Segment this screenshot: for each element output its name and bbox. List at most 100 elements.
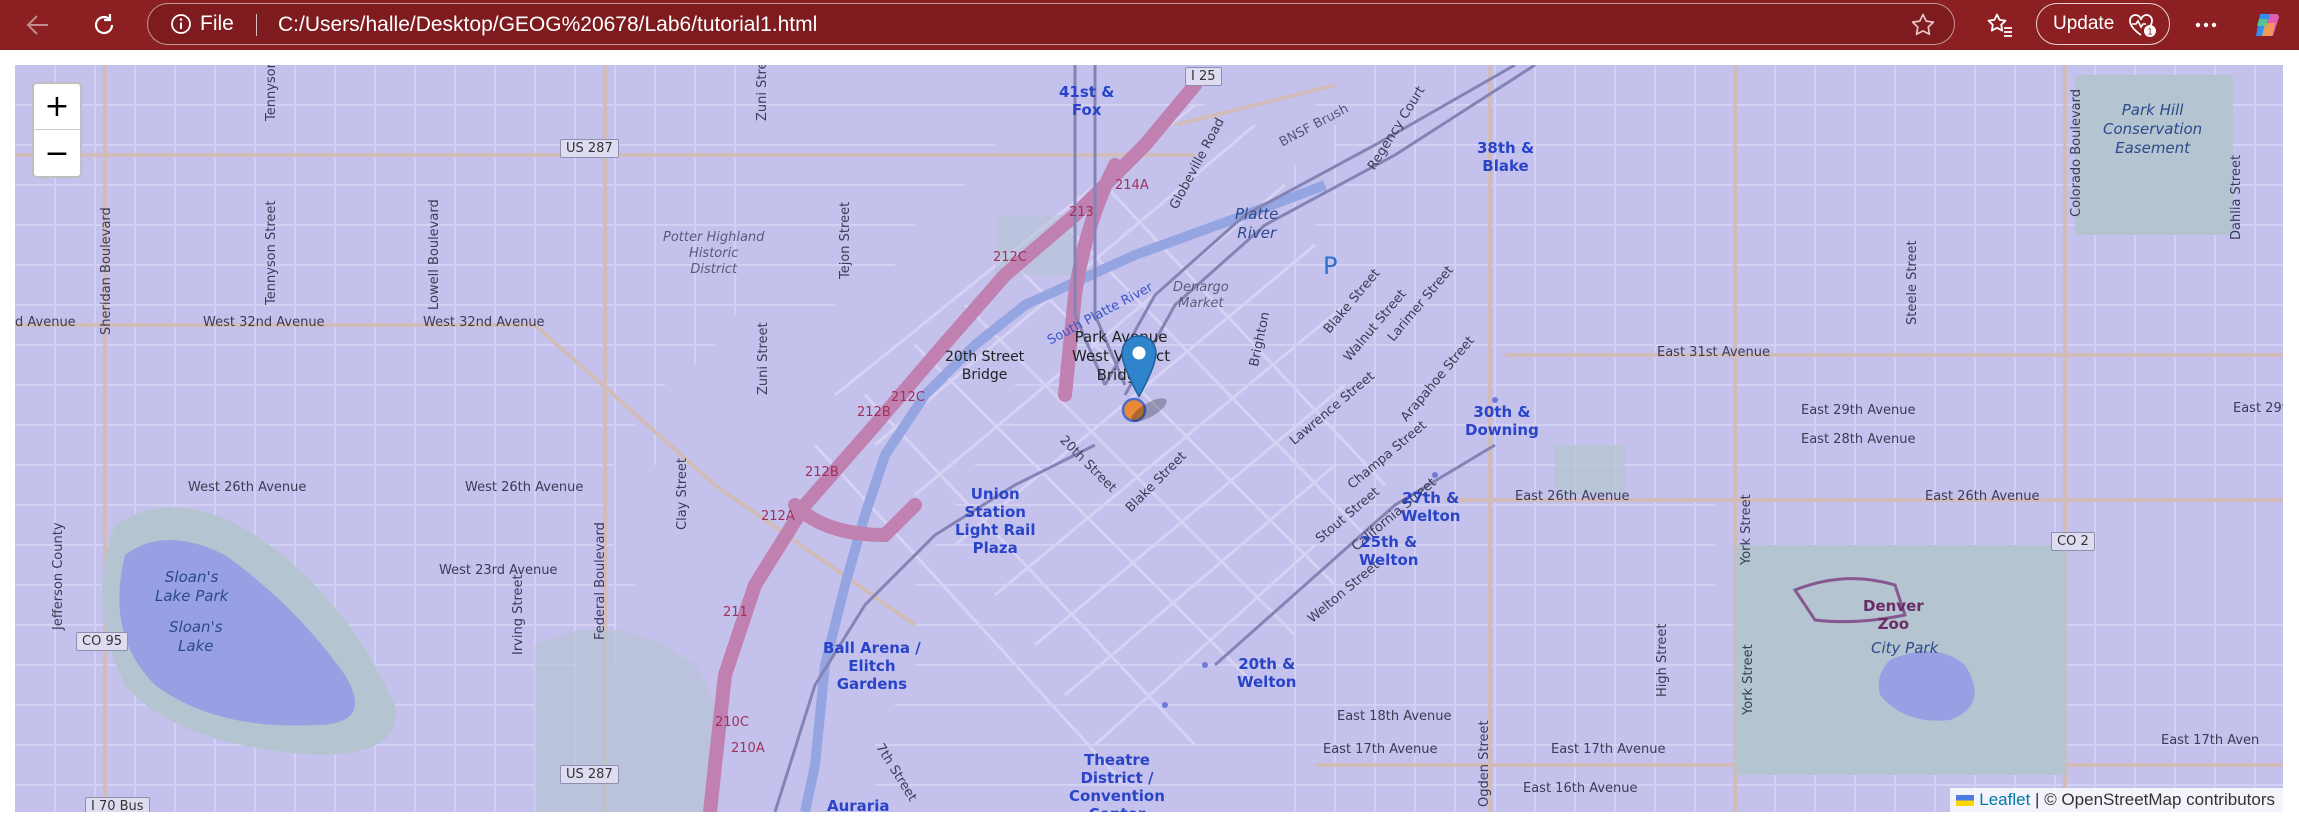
street-label: d Avenue (15, 315, 76, 330)
exit-label: 212C (993, 250, 1027, 265)
add-favorite-button[interactable] (1910, 12, 1936, 43)
favorites-button[interactable] (1980, 5, 2020, 45)
street-label: Irving Street (511, 574, 526, 655)
exit-label: 213 (1069, 205, 1094, 220)
co95-shield: CO 95 (76, 632, 128, 651)
info-icon (171, 14, 191, 34)
heart-pulse-icon: 1 (2129, 14, 2156, 37)
exit-label: 210C (715, 715, 749, 730)
street-label: West 26th Avenue (188, 480, 307, 495)
back-button[interactable] (18, 5, 58, 45)
county-label: Jefferson County (51, 522, 66, 630)
street-label: York Street (1739, 494, 1754, 565)
street-label: York Street (1741, 644, 1756, 715)
i25-shield: I 25 (1185, 67, 1222, 86)
zoom-in-button[interactable]: + (34, 84, 80, 130)
exit-label: 212B (857, 405, 891, 420)
transit-station-label: 27th & Welton (1401, 489, 1461, 525)
settings-more-button[interactable] (2186, 5, 2226, 45)
street-label: High Street (1655, 623, 1670, 697)
zoo-label: Denver Zoo (1863, 597, 1924, 633)
transit-station-label: Auraria (827, 797, 890, 812)
park-label: Sloan's Lake Park (155, 568, 229, 605)
street-label: East 17th Aven (2161, 733, 2260, 748)
zoom-control: + − (32, 82, 82, 178)
street-label: Colorado Boulevard (2069, 89, 2084, 217)
street-label: East 31st Avenue (1657, 345, 1771, 360)
exit-label: 214A (1115, 178, 1149, 193)
street-label: West 23rd Avenue (439, 563, 558, 578)
street-label: Zuni Street (756, 322, 771, 395)
attribution-separator: | (2030, 790, 2045, 809)
copilot-button[interactable] (2247, 5, 2287, 45)
historic-district-label: Potter Highland Historic District (663, 230, 765, 277)
exit-label: 212B (805, 465, 839, 480)
exit-label: 211 (723, 605, 748, 620)
street-label: East 28th Avenue (1801, 432, 1916, 447)
star-icon (1911, 13, 1935, 36)
favorites-icon (1987, 13, 2012, 37)
url-text[interactable]: C:/Users/halle/Desktop/GEOG%20678/Lab6/t… (278, 13, 817, 37)
street-label: East 26th Avenue (1925, 489, 2040, 504)
street-label: Tejon Street (838, 201, 853, 279)
street-label: East 29t (2233, 401, 2283, 416)
park-label: City Park (1871, 639, 1939, 657)
map-pin-marker[interactable] (1120, 335, 1158, 399)
street-label: Tennyson Street (264, 200, 279, 305)
street-label: Tennyson (264, 65, 279, 121)
address-bar[interactable]: File C:/Users/halle/Desktop/GEOG%20678/L… (147, 3, 1955, 45)
street-label: East 17th Avenue (1323, 742, 1438, 757)
leaflet-map[interactable]: US 287 US 287 I 25 CO 95 CO 2 I 70 Bus T… (15, 65, 2283, 812)
leaflet-link[interactable]: Leaflet (1979, 790, 2030, 810)
update-label: Update (2053, 13, 2115, 34)
transit-station-label: 41st & Fox (1059, 83, 1115, 119)
street-label: East 17th Avenue (1551, 742, 1666, 757)
zoom-out-button[interactable]: − (34, 130, 80, 176)
transit-station-label: 30th & Downing (1465, 403, 1539, 439)
street-label: East 29th Avenue (1801, 403, 1916, 418)
street-label: West 26th Avenue (465, 480, 584, 495)
street-label: West 32nd Avenue (423, 315, 545, 330)
i70bus-shield: I 70 Bus (85, 797, 150, 812)
osm-attribution-text: © OpenStreetMap contributors (2044, 790, 2275, 809)
street-label: Ogden Street (1477, 720, 1492, 807)
street-label: East 16th Avenue (1523, 781, 1638, 796)
transit-station-label: Union Station Light Rail Plaza (955, 485, 1036, 557)
us287-shield: US 287 (560, 139, 619, 158)
park-label: Park Hill Conservation Easement (2103, 101, 2203, 157)
street-label: Zuni Street (755, 65, 770, 121)
street-label: West 32nd Avenue (203, 315, 325, 330)
more-dots-icon (2195, 22, 2217, 28)
transit-station-label: 38th & Blake (1477, 139, 1535, 175)
street-label: Lowell Boulevard (427, 199, 442, 310)
co2-shield: CO 2 (2051, 532, 2095, 551)
browser-toolbar: File C:/Users/halle/Desktop/GEOG%20678/L… (0, 0, 2299, 50)
exit-label: 212A (761, 509, 795, 524)
update-badge: 1 (2147, 27, 2152, 37)
street-label: Federal Boulevard (593, 522, 608, 640)
site-info-button[interactable]: File (170, 12, 234, 36)
transit-station-label: Ball Arena / Elitch Gardens (823, 639, 921, 693)
transit-station-label: 25th & Welton (1359, 533, 1419, 569)
street-label: Clay Street (675, 458, 690, 530)
lake-label: Sloan's Lake (169, 618, 223, 655)
exit-label: 210A (731, 741, 765, 756)
transit-station-label: Theatre District / Convention Center (1069, 751, 1165, 812)
update-button[interactable]: Update 1 (2036, 3, 2170, 45)
bridge-label: 20th Street Bridge (945, 349, 1025, 383)
back-arrow-icon (26, 15, 48, 35)
street-label: Dahlia Street (2229, 154, 2244, 240)
refresh-icon (94, 14, 114, 35)
place-label: Denargo Market (1173, 280, 1229, 311)
map-tiles[interactable] (15, 65, 2283, 812)
street-label: East 26th Avenue (1515, 489, 1630, 504)
copilot-icon (2256, 13, 2280, 36)
us287-shield-south: US 287 (560, 765, 619, 784)
exit-label: 212C (891, 390, 925, 405)
street-label: Sheridan Boulevard (99, 207, 114, 335)
omnibox-divider (256, 14, 257, 36)
transit-station-label: 20th & Welton (1237, 655, 1297, 691)
site-info-label: File (200, 12, 234, 35)
marker-shadow (1131, 398, 1167, 422)
refresh-button[interactable] (84, 5, 124, 45)
